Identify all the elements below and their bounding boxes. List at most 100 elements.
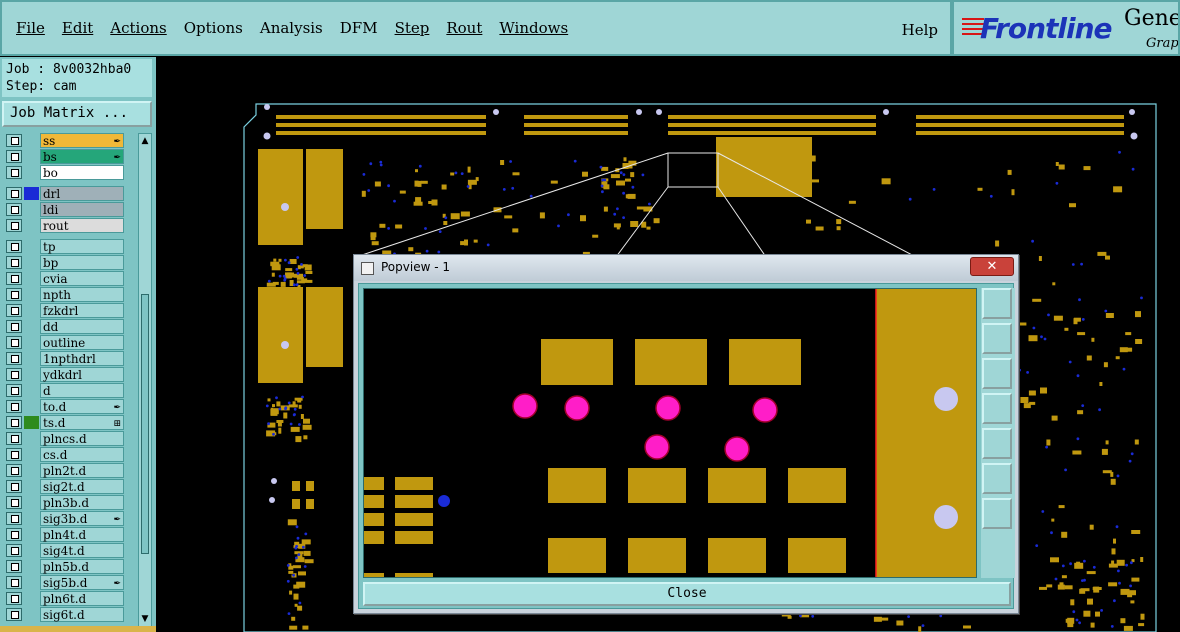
layer-name[interactable]: npth xyxy=(40,287,124,302)
zoom-in-icon[interactable] xyxy=(982,393,1012,424)
layer-checkbox[interactable] xyxy=(6,576,22,589)
fit-all-icon[interactable] xyxy=(982,463,1012,494)
zoom-home-icon[interactable] xyxy=(982,358,1012,389)
layer-checkbox[interactable] xyxy=(6,166,22,179)
layer-checkbox[interactable] xyxy=(6,560,22,573)
layer-affected-swatch[interactable] xyxy=(24,187,39,200)
menu-options[interactable]: Options xyxy=(184,19,243,37)
layer-affected-swatch[interactable] xyxy=(24,544,39,557)
layer-name[interactable]: drl xyxy=(40,186,124,201)
layer-row[interactable]: sig4t.d xyxy=(4,543,126,558)
layer-row[interactable]: ts.d ⊞ xyxy=(4,415,126,430)
layer-row[interactable]: outline xyxy=(4,335,126,350)
layer-checkbox[interactable] xyxy=(6,187,22,200)
layer-name[interactable]: cs.d xyxy=(40,447,124,462)
layer-name[interactable]: pln6t.d xyxy=(40,591,124,606)
layer-row[interactable]: bo xyxy=(4,165,126,180)
menu-step[interactable]: Step xyxy=(395,19,430,37)
layer-checkbox[interactable] xyxy=(6,432,22,445)
layer-row[interactable]: drl xyxy=(4,186,126,201)
layer-name[interactable]: ydkdrl xyxy=(40,367,124,382)
layer-checkbox[interactable] xyxy=(6,320,22,333)
layer-affected-swatch[interactable] xyxy=(24,448,39,461)
layer-checkbox[interactable] xyxy=(6,480,22,493)
layer-name[interactable]: to.d ✒ xyxy=(40,399,124,414)
layer-affected-swatch[interactable] xyxy=(24,560,39,573)
menu-analysis[interactable]: Analysis xyxy=(260,19,323,37)
layer-name[interactable]: bs ✒ xyxy=(40,149,124,164)
scroll-thumb[interactable] xyxy=(141,294,149,554)
menu-file[interactable]: File xyxy=(16,19,45,37)
layer-name[interactable]: pln2t.d xyxy=(40,463,124,478)
scroll-up-icon[interactable]: ▲ xyxy=(140,136,150,146)
layer-row[interactable]: sig6t.d xyxy=(4,607,126,622)
layer-affected-swatch[interactable] xyxy=(24,336,39,349)
layer-checkbox[interactable] xyxy=(6,288,22,301)
layer-name[interactable]: bo xyxy=(40,165,124,180)
layer-affected-swatch[interactable] xyxy=(24,352,39,365)
layer-affected-swatch[interactable] xyxy=(24,304,39,317)
layer-checkbox[interactable] xyxy=(6,134,22,147)
layer-checkbox[interactable] xyxy=(6,448,22,461)
layer-affected-swatch[interactable] xyxy=(24,288,39,301)
layer-row[interactable]: rout xyxy=(4,218,126,233)
layer-name[interactable]: d xyxy=(40,383,124,398)
layer-name[interactable]: tp xyxy=(40,239,124,254)
layer-checkbox[interactable] xyxy=(6,528,22,541)
layer-affected-swatch[interactable] xyxy=(24,416,39,429)
layer-row[interactable]: tp xyxy=(4,239,126,254)
layer-checkbox[interactable] xyxy=(6,464,22,477)
layer-affected-swatch[interactable] xyxy=(24,512,39,525)
layer-affected-swatch[interactable] xyxy=(24,528,39,541)
layer-name[interactable]: sig4t.d xyxy=(40,543,124,558)
layer-checkbox[interactable] xyxy=(6,352,22,365)
layer-name[interactable]: pln5b.d xyxy=(40,559,124,574)
menu-windows[interactable]: Windows xyxy=(499,19,568,37)
layer-checkbox[interactable] xyxy=(6,150,22,163)
layer-name[interactable]: outline xyxy=(40,335,124,350)
layer-row[interactable]: bs ✒ xyxy=(4,149,126,164)
layer-affected-swatch[interactable] xyxy=(24,272,39,285)
layer-name[interactable]: ts.d ⊞ xyxy=(40,415,124,430)
layer-affected-swatch[interactable] xyxy=(24,592,39,605)
layer-row[interactable]: pln6t.d xyxy=(4,591,126,606)
layer-row[interactable]: pln5b.d xyxy=(4,559,126,574)
scroll-down-icon[interactable]: ▼ xyxy=(140,614,150,624)
layer-checkbox[interactable] xyxy=(6,240,22,253)
layer-name[interactable]: ss ✒ xyxy=(40,133,124,148)
menu-rout[interactable]: Rout xyxy=(446,19,482,37)
layer-row[interactable]: 1npthdrl xyxy=(4,351,126,366)
layer-affected-swatch[interactable] xyxy=(24,320,39,333)
layer-checkbox[interactable] xyxy=(6,256,22,269)
layer-row[interactable]: ydkdrl xyxy=(4,367,126,382)
layer-affected-swatch[interactable] xyxy=(24,134,39,147)
layer-affected-swatch[interactable] xyxy=(24,608,39,621)
popview-zoom-view[interactable] xyxy=(363,288,977,578)
layer-name[interactable]: dd xyxy=(40,319,124,334)
layer-checkbox[interactable] xyxy=(6,203,22,216)
popview-close-x-button[interactable]: ✕ xyxy=(970,257,1014,276)
layer-row[interactable]: sig3b.d ✒ xyxy=(4,511,126,526)
layer-name[interactable]: sig6t.d xyxy=(40,607,124,622)
job-matrix-button[interactable]: Job Matrix ... xyxy=(2,101,152,127)
layer-checkbox[interactable] xyxy=(6,304,22,317)
layer-affected-swatch[interactable] xyxy=(24,400,39,413)
layer-affected-swatch[interactable] xyxy=(24,576,39,589)
layer-scrollbar[interactable]: ▲ ▼ xyxy=(138,133,152,627)
home-icon[interactable] xyxy=(982,323,1012,354)
layer-row[interactable]: ss ✒ xyxy=(4,133,126,148)
layer-affected-swatch[interactable] xyxy=(24,219,39,232)
layer-name[interactable]: plncs.d xyxy=(40,431,124,446)
layer-checkbox[interactable] xyxy=(6,272,22,285)
layer-row[interactable]: dd xyxy=(4,319,126,334)
layer-row[interactable]: to.d ✒ xyxy=(4,399,126,414)
layer-name[interactable]: bp xyxy=(40,255,124,270)
layer-affected-swatch[interactable] xyxy=(24,256,39,269)
layer-affected-swatch[interactable] xyxy=(24,384,39,397)
menu-help[interactable]: Help xyxy=(902,21,938,39)
layer-affected-swatch[interactable] xyxy=(24,464,39,477)
layer-checkbox[interactable] xyxy=(6,384,22,397)
layer-name[interactable]: 1npthdrl xyxy=(40,351,124,366)
layer-row[interactable]: plncs.d xyxy=(4,431,126,446)
layer-row[interactable]: npth xyxy=(4,287,126,302)
